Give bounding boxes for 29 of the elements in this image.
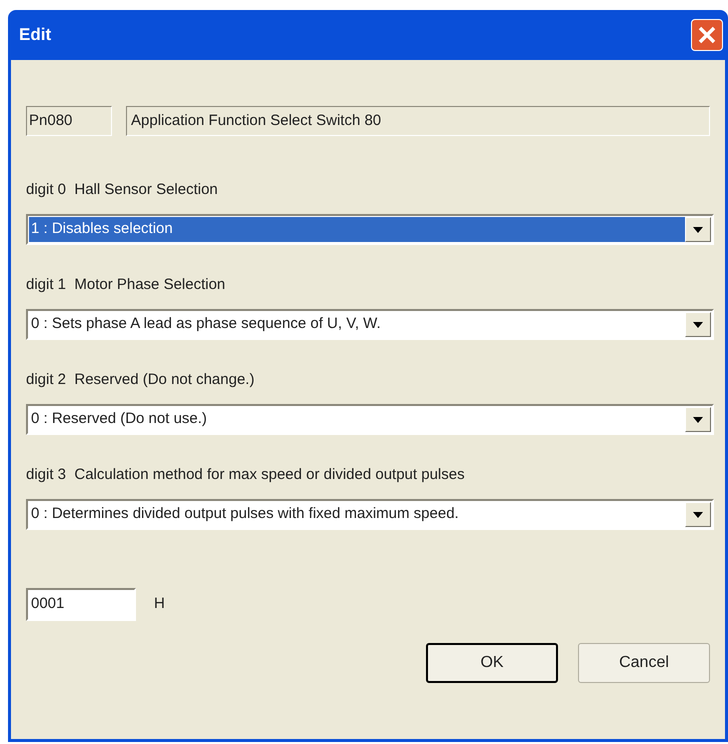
caret-icon (693, 416, 703, 422)
digit-label: digit 2 Reserved (Do not change.) (26, 370, 256, 390)
caret-icon (693, 512, 703, 518)
window-title: Edit (19, 24, 52, 46)
digit-label: digit 3 Calculation method for max speed or divided output pulses (26, 465, 466, 485)
dropdown-arrow-button[interactable] (685, 312, 711, 337)
dropdown[interactable]: 0 : Sets phase A lead as phase sequence of U, V, W. (26, 309, 714, 340)
dropdown[interactable]: 0 : Reserved (Do not use.) (26, 404, 714, 435)
caret-icon (693, 322, 703, 328)
dropdown-value: 1 : Disables selection (29, 217, 685, 242)
dropdown[interactable]: 1 : Disables selection (26, 214, 714, 245)
parameter-number-field: Pn080 (26, 106, 112, 136)
close-button[interactable] (691, 19, 723, 51)
dropdown-arrow-button[interactable] (685, 407, 711, 432)
dropdown[interactable]: 0 : Determines divided output pulses with fixed maximum speed. (26, 499, 714, 530)
digit-label: digit 1 Motor Phase Selection (26, 275, 226, 295)
parameter-name-field: Application Function Select Switch 80 (126, 106, 710, 136)
dropdown-arrow-button[interactable] (685, 217, 711, 242)
dialog-button[interactable]: OK (426, 643, 558, 683)
digit-label: digit 0 Hall Sensor Selection (26, 180, 219, 200)
unit-label: H (154, 594, 165, 614)
dropdown-value: 0 : Sets phase A lead as phase sequence of U, V, W. (30, 314, 382, 334)
dropdown-value: 0 : Determines divided output pulses with fixed maximum speed. (30, 504, 460, 524)
caret-icon (693, 226, 703, 232)
hex-value-field[interactable]: 0001 (26, 588, 136, 621)
close-icon (697, 25, 717, 45)
dropdown-value: 0 : Reserved (Do not use.) (30, 409, 208, 430)
dropdown-arrow-button[interactable] (685, 502, 711, 527)
dialog-button[interactable]: Cancel (578, 643, 710, 683)
